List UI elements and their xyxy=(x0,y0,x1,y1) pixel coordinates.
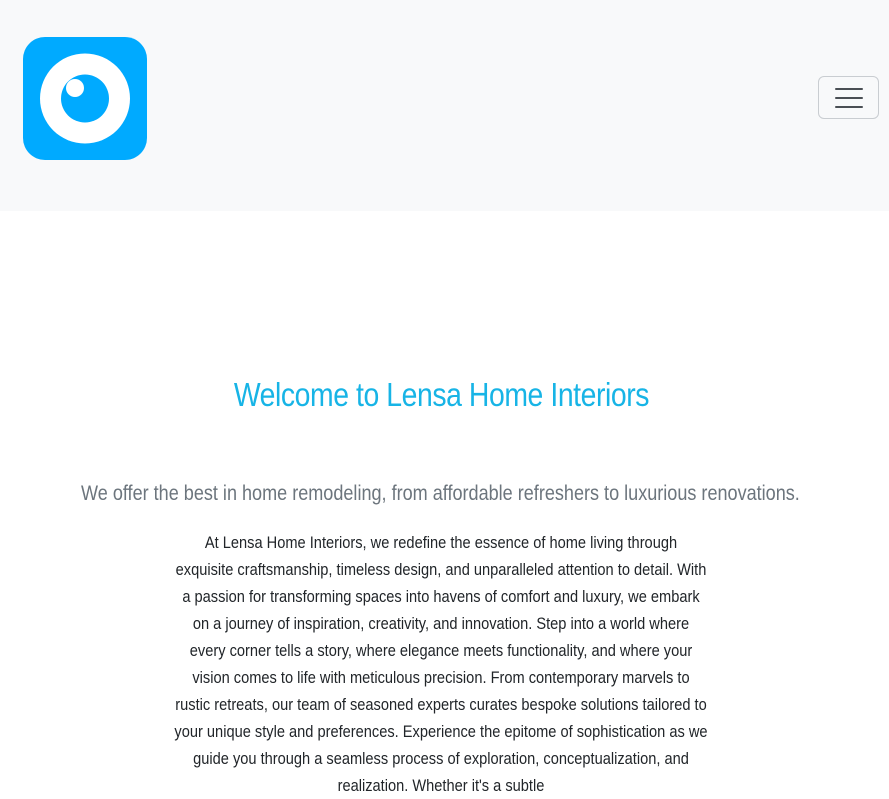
eye-logo-icon xyxy=(23,37,147,160)
page-title: Welcome to Lensa Home Interiors xyxy=(233,376,650,413)
hamburger-menu-icon xyxy=(835,88,863,108)
lead-text: We offer the best in home remodeling, fr… xyxy=(81,482,800,505)
intro-paragraph: At Lensa Home Interiors, we redefine the… xyxy=(174,533,708,795)
main-content: Welcome to Lensa Home Interiors We offer… xyxy=(0,211,889,796)
navbar xyxy=(0,0,889,211)
navbar-toggle-button[interactable] xyxy=(818,76,879,119)
